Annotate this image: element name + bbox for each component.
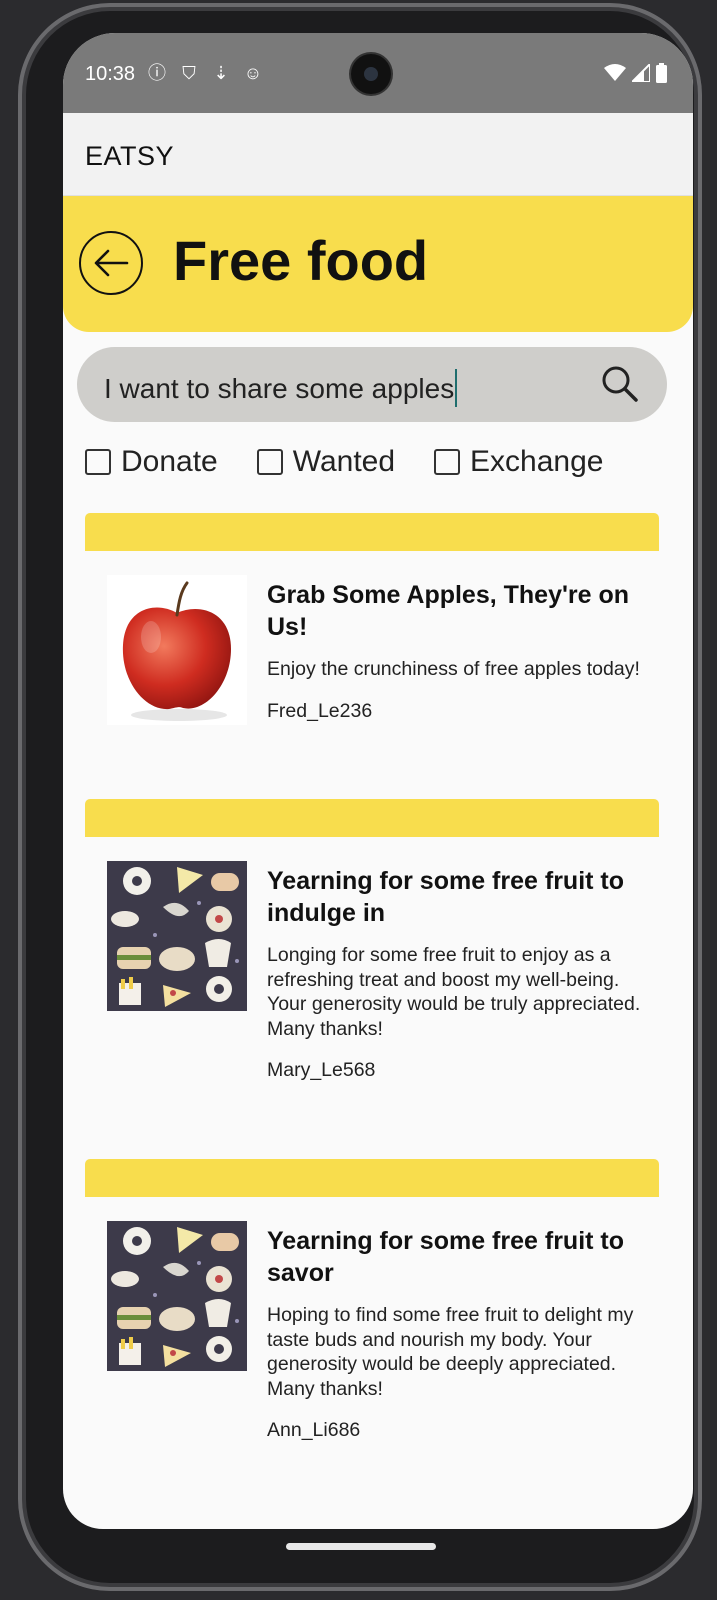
search-input-value: I want to share some apples [104, 373, 455, 404]
wifi-icon [604, 64, 626, 81]
battery-icon [656, 63, 667, 83]
filter-exchange[interactable]: Exchange [434, 445, 603, 479]
arrow-left-icon [94, 249, 129, 277]
filter-wanted[interactable]: Wanted [256, 445, 396, 479]
home-indicator[interactable] [286, 1543, 436, 1550]
post-description: Longing for some free fruit to enjoy as … [267, 944, 641, 1040]
filter-donate[interactable]: Donate [85, 445, 218, 479]
download-icon: ⇣ [213, 63, 229, 83]
post-image-food-pattern [107, 1221, 247, 1371]
post-title: Yearning for some free fruit to indulge … [267, 867, 625, 927]
post-description: Hoping to find some free fruit to deligh… [267, 1304, 634, 1400]
search-icon[interactable] [601, 365, 639, 403]
post-image-food-pattern [107, 861, 247, 1011]
post-description: Enjoy the crunchiness of free apples tod… [267, 658, 640, 680]
post-card-header [85, 513, 659, 551]
post-title: Yearning for some free fruit to savor [267, 1227, 625, 1287]
info-icon: ⓘ [148, 63, 166, 83]
face-icon: ☺ [243, 63, 263, 83]
back-button[interactable] [79, 231, 143, 295]
page-header: Free food [63, 196, 693, 332]
screen: 10:38 ⓘ ⛉ ⇣ ☺ EATSY Free food I want to … [63, 33, 693, 1529]
post-card[interactable]: Grab Some Apples, They're on Us! Enjoy t… [85, 513, 659, 773]
post-username: Ann_Li686 [267, 1419, 361, 1441]
text-cursor [455, 369, 458, 407]
checkbox-exchange[interactable] [434, 449, 461, 475]
filter-group: Donate Wanted Exchange [85, 445, 642, 479]
post-image-apple [107, 575, 247, 725]
post-username: Fred_Le236 [267, 699, 373, 722]
status-bar: 10:38 ⓘ ⛉ ⇣ ☺ [63, 33, 693, 113]
status-time: 10:38 [85, 63, 136, 85]
post-content: Grab Some Apples, They're on Us! Enjoy t… [267, 579, 651, 723]
checkbox-wanted[interactable] [256, 449, 283, 475]
post-card[interactable]: Yearning for some free fruit to savor Ho… [85, 1159, 659, 1494]
filter-exchange-label: Exchange [470, 445, 604, 478]
filter-wanted-label: Wanted [292, 445, 396, 478]
post-content: Yearning for some free fruit to savor Ho… [267, 1225, 651, 1442]
page-title: Free food [173, 229, 429, 292]
post-card-header [85, 1159, 659, 1197]
post-username: Mary_Le568 [267, 1059, 376, 1081]
search-input[interactable]: I want to share some apples [104, 369, 458, 407]
filter-donate-label: Donate [121, 445, 218, 478]
post-card-header [85, 799, 659, 837]
front-camera [351, 54, 391, 94]
app-bar: EATSY [63, 113, 693, 196]
search-bar[interactable]: I want to share some apples [77, 347, 667, 422]
checkbox-donate[interactable] [85, 449, 111, 475]
app-title: EATSY [85, 141, 175, 171]
post-title: Grab Some Apples, They're on Us! [267, 581, 630, 641]
post-card[interactable]: Yearning for some free fruit to indulge … [85, 799, 659, 1134]
shield-icon: ⛉ [182, 63, 196, 83]
phone-frame: 10:38 ⓘ ⛉ ⇣ ☺ EATSY Free food I want to … [18, 3, 702, 1591]
post-content: Yearning for some free fruit to indulge … [267, 865, 651, 1082]
signal-icon [632, 64, 650, 82]
